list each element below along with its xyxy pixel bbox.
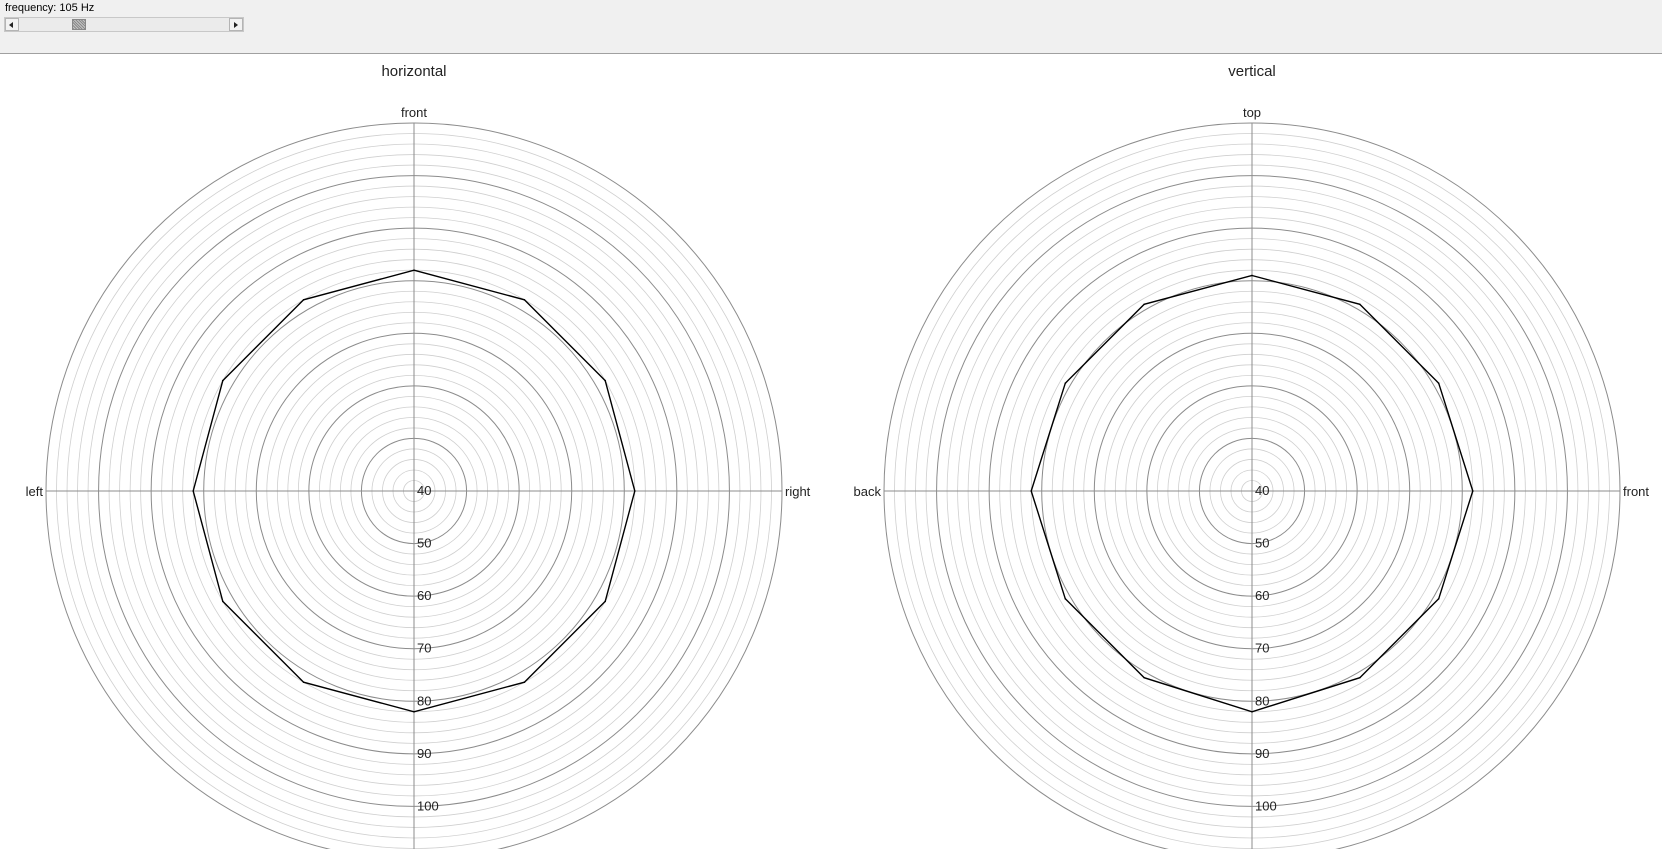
data-point — [192, 490, 194, 492]
radial-tick-label: 50 — [417, 536, 431, 551]
data-point — [221, 600, 224, 603]
direction-label-right: right — [785, 484, 811, 499]
radial-tick-label: 80 — [1255, 693, 1269, 708]
data-point — [413, 269, 415, 272]
data-point — [1358, 303, 1361, 306]
radial-tick-label: 60 — [1255, 588, 1269, 603]
radial-tick-label: 90 — [1255, 746, 1269, 761]
radial-tick-label: 100 — [1255, 798, 1277, 813]
direction-label-left: left — [26, 484, 44, 499]
data-point — [1251, 711, 1253, 713]
data-point — [1472, 490, 1474, 492]
direction-label-top: top — [1243, 105, 1261, 120]
chart-title: horizontal — [381, 63, 446, 80]
radial-tick-label: 60 — [417, 588, 431, 603]
radial-tick-label: 70 — [417, 641, 431, 656]
data-point — [1251, 274, 1253, 277]
data-point — [302, 298, 305, 301]
data-point — [1143, 676, 1146, 679]
polar-plots-canvas: 405060708090100horizontalfrontrightleft … — [26, 63, 1649, 849]
radial-tick-label: 100 — [417, 798, 439, 813]
radial-tick-label: 90 — [417, 746, 431, 761]
data-point — [523, 298, 526, 301]
data-point — [634, 490, 636, 492]
data-point — [604, 379, 607, 382]
direction-label-left: back — [854, 484, 882, 499]
data-point — [1437, 382, 1440, 385]
data-point — [1437, 597, 1440, 600]
chart-title: vertical — [1228, 63, 1276, 80]
data-point — [1064, 597, 1067, 600]
radial-tick-label: 70 — [1255, 641, 1269, 656]
vertical-polar-chart: 40 50 60 70 80 90 100 vertical top front back — [854, 63, 1649, 849]
data-point — [604, 600, 607, 603]
direction-label-top: front — [401, 105, 427, 120]
data-point — [1064, 382, 1067, 385]
data-point — [302, 681, 305, 684]
horizontal-polar-chart: 40 50 60 70 80 90 100 horizontal front right left — [26, 63, 811, 849]
radial-tick-label: 80 — [417, 693, 431, 708]
data-point — [1358, 676, 1361, 679]
radial-tick-label: 40 — [1255, 483, 1269, 498]
data-point — [1030, 490, 1032, 492]
data-point — [413, 711, 415, 713]
data-point — [1143, 303, 1146, 306]
data-point — [523, 681, 526, 684]
direction-label-right: front — [1623, 484, 1649, 499]
radial-tick-label: 40 — [417, 483, 431, 498]
data-point — [221, 379, 224, 382]
radial-tick-label: 50 — [1255, 536, 1269, 551]
